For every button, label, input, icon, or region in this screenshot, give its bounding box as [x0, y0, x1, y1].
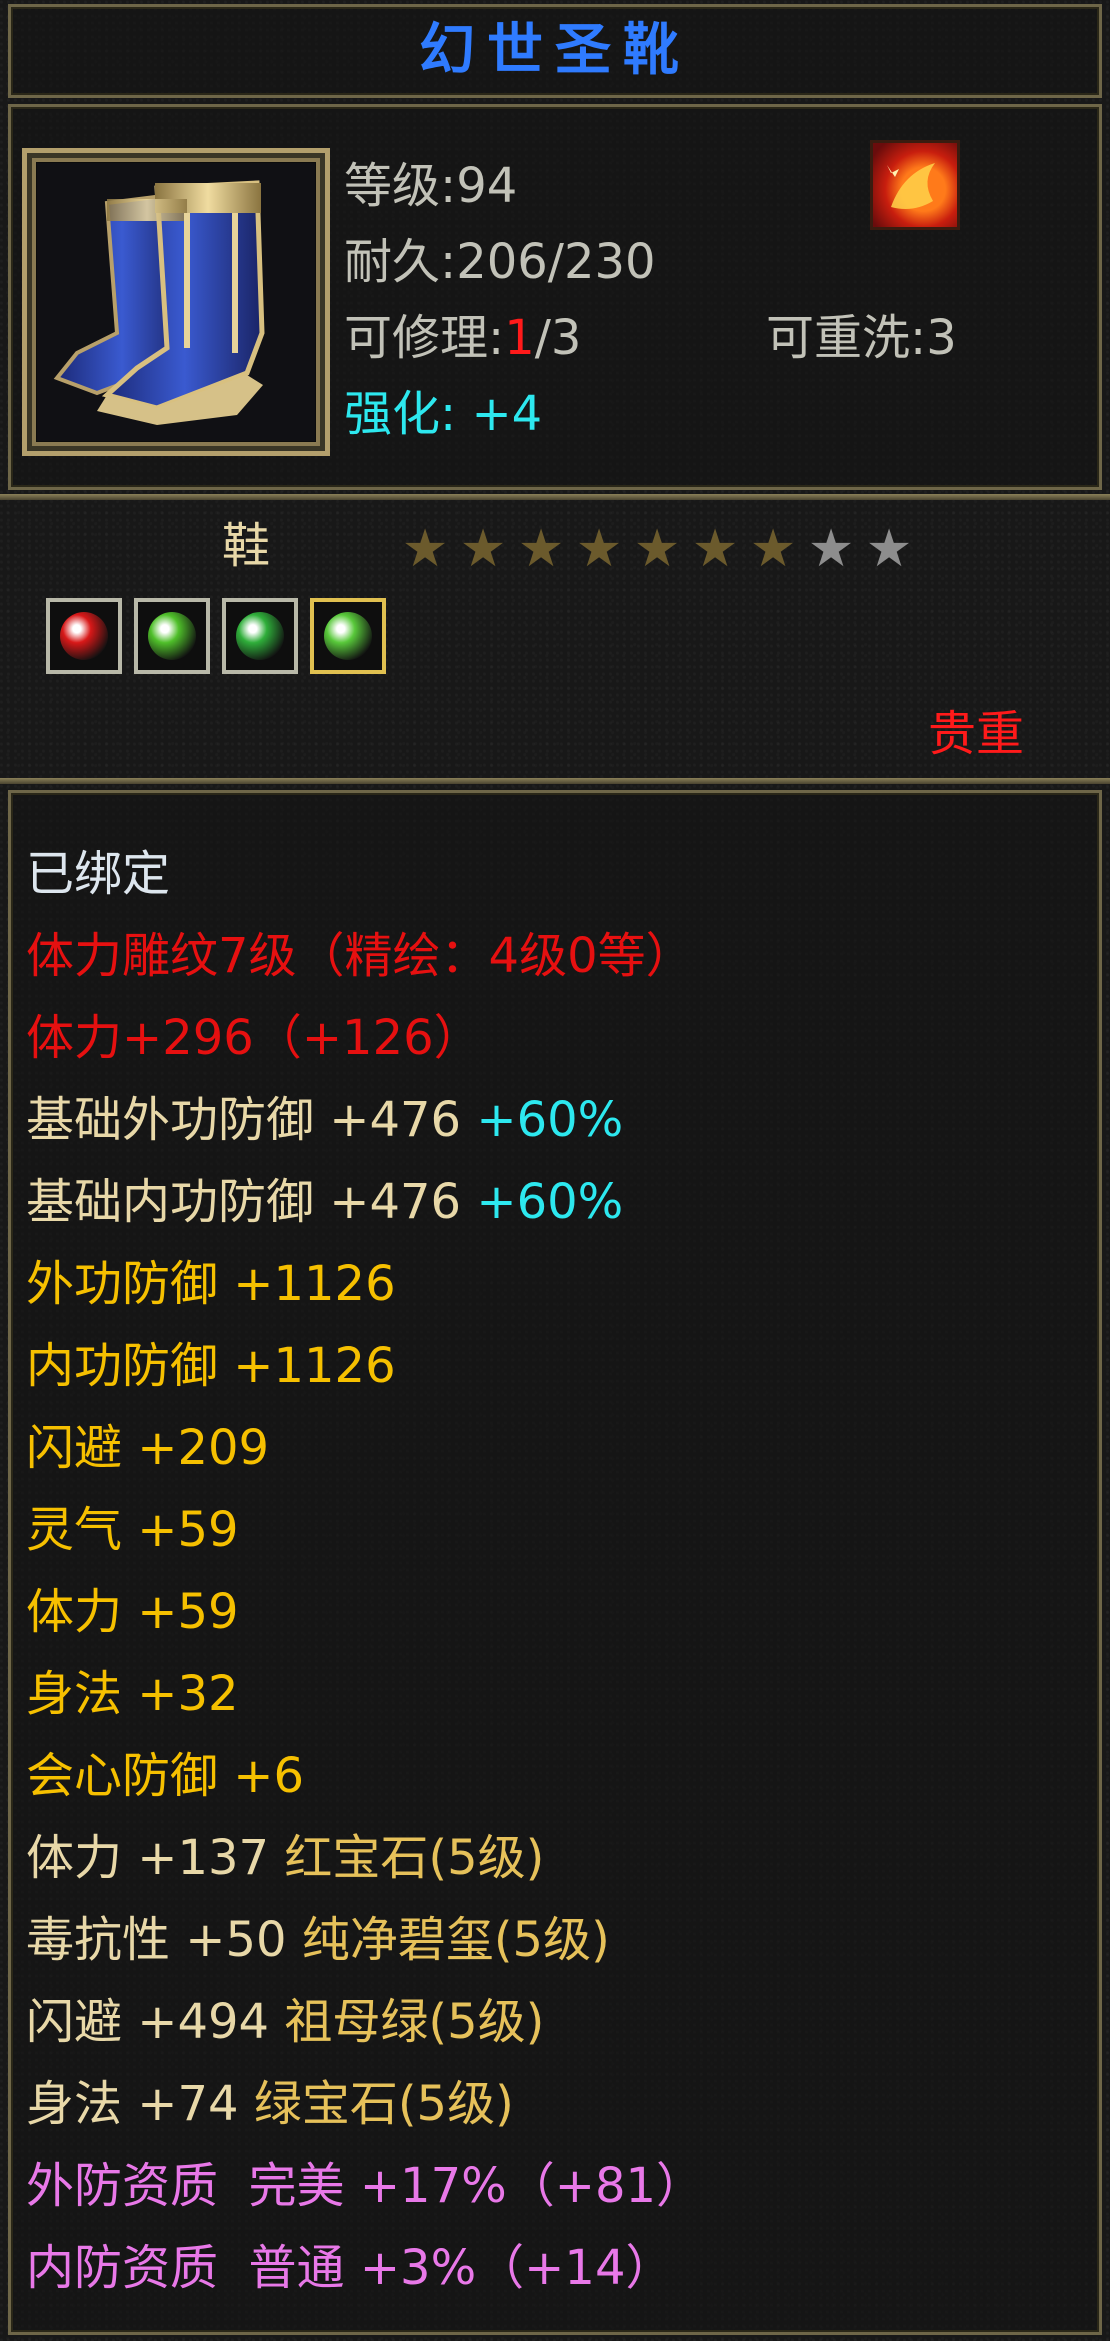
base-int-def-bonus: +60%: [476, 1174, 624, 1230]
boots-item-icon: [37, 163, 315, 441]
star-rating: ★ ★ ★ ★ ★ ★ ★ ★ ★: [398, 522, 918, 582]
item-icon-frame[interactable]: [22, 148, 330, 456]
quality-ext-line: 外防资质 完美 +17%（+81）: [26, 2156, 704, 2216]
star-filled-icon: ★: [575, 519, 623, 579]
agility-line: 身法 +32: [26, 1666, 239, 1722]
slot-type: 鞋: [222, 518, 271, 574]
stats-divider: [0, 778, 1110, 784]
spirit-line: 灵气 +59: [26, 1502, 239, 1558]
dodge-line: 闪避 +209: [26, 1420, 270, 1476]
gem-icon: [148, 612, 196, 660]
durability-row: 耐久:206/230: [344, 232, 656, 292]
gem-line: 闪避 +494 祖母绿(5级): [26, 1992, 544, 2052]
star-empty-icon: ★: [807, 519, 855, 579]
quality-ext-value: +17%（+81）: [359, 2158, 705, 2214]
star-empty-icon: ★: [865, 519, 913, 579]
gem-socket[interactable]: [222, 598, 298, 674]
base-ext-def-label: 基础外功防御 +476: [26, 1092, 462, 1148]
bound-status: 已绑定: [26, 846, 171, 902]
enhance-value: +4: [471, 386, 543, 442]
base-ext-def-line: 基础外功防御 +476 +60%: [26, 1090, 623, 1150]
base-int-def-label: 基础内功防御 +476: [26, 1174, 462, 1230]
enhance-row: 强化: +4: [344, 384, 542, 444]
durability-label: 耐久:: [344, 234, 457, 290]
gem-line: 毒抗性 +50 纯净碧玺(5级): [26, 1910, 610, 1970]
carving-line: 体力雕纹7级（精绘：4级0等）: [26, 928, 694, 984]
level-label: 等级:: [344, 158, 457, 214]
crit-def-line: 会心防御 +6: [26, 1748, 305, 1804]
star-filled-icon: ★: [401, 519, 449, 579]
enhance-label: 强化:: [344, 386, 457, 442]
int-def-line: 内功防御 +1126: [26, 1338, 396, 1394]
gem-sockets: [46, 598, 386, 674]
rewash-row: 可重洗:3: [766, 308, 957, 368]
carving-stat-line: 体力+296（+126）: [26, 1010, 482, 1066]
gem-icon: [60, 612, 108, 660]
base-ext-def-bonus: +60%: [476, 1092, 624, 1148]
quality-int-value: +3%（+14）: [359, 2240, 674, 2296]
quality-ext-label: 外防资质: [26, 2158, 219, 2214]
gem-stat: 毒抗性 +50: [26, 1912, 287, 1968]
level-row: 等级:94: [344, 156, 517, 216]
star-filled-icon: ★: [459, 519, 507, 579]
star-filled-icon: ★: [633, 519, 681, 579]
rarity-label: 贵重: [928, 706, 1025, 762]
star-filled-icon: ★: [749, 519, 797, 579]
repair-row: 可修理:1/3: [344, 308, 581, 368]
flame-grade-icon: [870, 140, 960, 230]
repair-used: 1: [504, 310, 535, 366]
ext-def-line: 外功防御 +1126: [26, 1256, 396, 1312]
star-filled-icon: ★: [691, 519, 739, 579]
quality-int-label: 内防资质: [26, 2240, 219, 2296]
quality-ext-grade: 完美: [248, 2158, 345, 2214]
gem-icon: [236, 612, 284, 660]
durability-value: 206/230: [456, 234, 656, 290]
stamina-line: 体力 +59: [26, 1584, 239, 1640]
gem-socket[interactable]: [134, 598, 210, 674]
repair-label: 可修理:: [344, 310, 505, 366]
gem-name: 祖母绿(5级): [284, 1994, 545, 2050]
gem-stat: 体力 +137: [26, 1830, 270, 1886]
header-divider: [0, 494, 1110, 500]
item-title: 幻世圣靴: [419, 18, 691, 83]
quality-int-grade: 普通: [248, 2240, 345, 2296]
repair-total: /3: [534, 310, 582, 366]
gem-stat: 身法 +74: [26, 2076, 239, 2132]
gem-name: 纯净碧玺(5级): [301, 1912, 610, 1968]
base-int-def-line: 基础内功防御 +476 +60%: [26, 1172, 623, 1232]
level-value: 94: [456, 158, 518, 214]
gem-stat: 闪避 +494: [26, 1994, 270, 2050]
gem-line: 身法 +74 绿宝石(5级): [26, 2074, 514, 2134]
gem-icon: [324, 612, 372, 660]
quality-int-line: 内防资质 普通 +3%（+14）: [26, 2238, 673, 2298]
gem-line: 体力 +137 红宝石(5级): [26, 1828, 544, 1888]
gem-socket[interactable]: [310, 598, 386, 674]
rewash-label: 可重洗:: [766, 310, 927, 366]
gem-socket[interactable]: [46, 598, 122, 674]
rewash-value: 3: [926, 310, 957, 366]
star-filled-icon: ★: [517, 519, 565, 579]
gem-name: 绿宝石(5级): [253, 2076, 514, 2132]
gem-name: 红宝石(5级): [284, 1830, 545, 1886]
